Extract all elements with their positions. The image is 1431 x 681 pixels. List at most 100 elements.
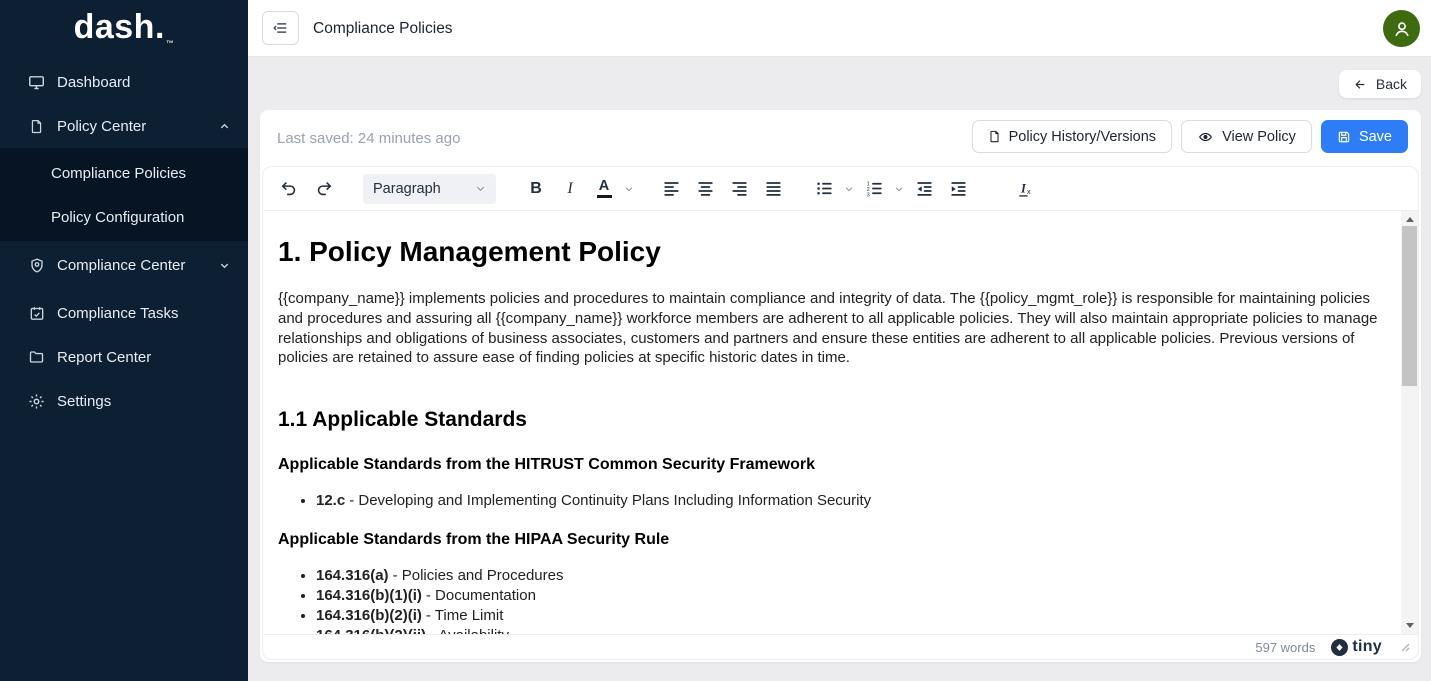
sidebar-item-compliance-center[interactable]: Compliance Center [0,243,248,287]
chevron-down-icon [219,260,230,271]
view-policy-label: View Policy [1222,129,1296,145]
undo-button[interactable] [272,172,306,206]
save-button-label: Save [1359,129,1392,145]
numbered-list-button[interactable]: 123 [857,172,891,206]
bullet-list-button[interactable] [807,172,841,206]
chevron-down-icon [475,183,486,194]
sidebar-item-label: Policy Center [57,118,146,135]
standard-text: - Time Limit [426,607,504,624]
align-center-button[interactable] [688,172,722,206]
view-policy-button[interactable]: View Policy [1181,120,1312,153]
italic-icon: I [567,180,572,198]
top-bar: Compliance Policies [248,0,1431,57]
policy-history-button[interactable]: Policy History/Versions [972,120,1172,153]
text-color-chevron[interactable] [621,172,637,206]
align-justify-button[interactable] [756,172,790,206]
editor-content[interactable]: 1. Policy Management Policy {{company_na… [263,211,1418,634]
numbered-list-chevron[interactable] [891,172,907,206]
calendar-check-icon [28,305,45,322]
clear-formatting-button[interactable]: Ix [1009,172,1043,206]
list-item: 164.316(b)(2)(ii)- Availability [316,626,1386,634]
standard-text: - Policies and Procedures [393,567,564,584]
resize-grip[interactable] [1400,642,1410,652]
arrow-left-icon [1353,78,1368,91]
file-icon [28,118,45,135]
scrollbar-thumb[interactable] [1402,226,1417,386]
sidebar-item-label: Settings [57,393,111,410]
text-color-button[interactable]: A [587,172,621,206]
tiny-logo: tiny [1331,638,1382,656]
editor-actions: Policy History/Versions View Policy Save [972,115,1408,158]
align-right-button[interactable] [722,172,756,206]
list-item: 12.c- Developing and Implementing Contin… [316,491,1386,511]
sidebar-item-policy-configuration[interactable]: Policy Configuration [0,194,248,240]
undo-icon [280,179,299,198]
svg-text:x: x [1027,187,1031,196]
trademark-symbol: ™ [166,39,175,48]
text-color-icon: A [597,179,612,198]
policy-editor-card: Last saved: 24 minutes ago Policy Histor… [260,110,1421,662]
subsection-heading-hitrust: Applicable Standards from the HITRUST Co… [278,454,1386,475]
bullet-list-chevron[interactable] [841,172,857,206]
align-right-icon [730,179,749,198]
sidebar-item-report-center[interactable]: Report Center [0,335,248,379]
policy-document: 1. Policy Management Policy {{company_na… [263,211,1418,634]
app-logo: dash.™ [0,8,248,48]
tiny-logo-icon [1331,639,1348,656]
bold-button[interactable]: B [519,172,553,206]
back-button-label: Back [1376,76,1407,92]
editor-card-header: Last saved: 24 minutes ago Policy Histor… [260,110,1421,166]
back-button[interactable]: Back [1339,70,1421,98]
main-area: Compliance Policies Back Last saved: 24 … [248,0,1431,681]
section-heading: 1.1 Applicable Standards [278,406,1386,433]
sidebar-item-label: Dashboard [57,74,130,91]
last-saved-text: Last saved: 24 minutes ago [277,110,460,166]
align-left-button[interactable] [654,172,688,206]
italic-button[interactable]: I [553,172,587,206]
outdent-button[interactable] [907,172,941,206]
outdent-icon [915,179,934,198]
save-icon [1337,130,1351,144]
svg-text:I: I [1020,181,1027,195]
sidebar-item-label: Policy Configuration [51,209,184,226]
bullet-list-icon [815,179,834,198]
standard-text: - Availability [430,627,509,634]
clear-formatting-icon: Ix [1016,179,1036,199]
subsection-heading-hipaa: Applicable Standards from the HIPAA Secu… [278,529,1386,550]
word-count: 597 words [1255,640,1315,655]
folder-icon [28,349,45,366]
vertical-scrollbar[interactable] [1401,211,1418,634]
sidebar-item-settings[interactable]: Settings [0,379,248,423]
editor-statusbar: 597 words tiny [263,634,1418,659]
sidebar: dash.™ Dashboard Policy Center Complianc… [0,0,248,681]
sidebar-toggle-button[interactable] [262,11,299,45]
indent-button[interactable] [941,172,975,206]
standard-code: 164.316(b)(1)(i) [316,587,422,604]
sidebar-item-label: Compliance Center [57,257,185,274]
standard-code: 164.316(b)(2)(i) [316,607,422,624]
document-paragraph: {{company_name}} implements policies and… [278,289,1386,368]
policy-center-submenu: Compliance Policies Policy Configuration [0,148,248,241]
editor-toolbar: Paragraph B I A [263,167,1418,211]
shield-icon [28,257,45,274]
standard-text: - Developing and Implementing Continuity… [349,492,871,509]
user-avatar[interactable] [1383,10,1420,47]
sidebar-item-compliance-tasks[interactable]: Compliance Tasks [0,291,248,335]
redo-button[interactable] [306,172,340,206]
align-left-icon [662,179,681,198]
save-button[interactable]: Save [1321,120,1408,153]
indent-icon [949,179,968,198]
sidebar-item-policy-center[interactable]: Policy Center [0,104,248,148]
paragraph-style-select[interactable]: Paragraph [363,174,496,204]
sidebar-item-compliance-policies[interactable]: Compliance Policies [0,150,248,196]
person-icon [1391,18,1413,40]
paragraph-style-value: Paragraph [373,181,475,197]
standard-code: 164.316(a) [316,567,389,584]
sidebar-item-label: Compliance Policies [51,165,186,182]
rich-text-editor: Paragraph B I A [262,166,1419,660]
standard-text: - Documentation [426,587,536,604]
menu-fold-icon [272,19,290,37]
sidebar-item-dashboard[interactable]: Dashboard [0,60,248,104]
list-item: 164.316(a)- Policies and Procedures [316,566,1386,586]
scroll-down-arrow[interactable] [1401,617,1418,634]
